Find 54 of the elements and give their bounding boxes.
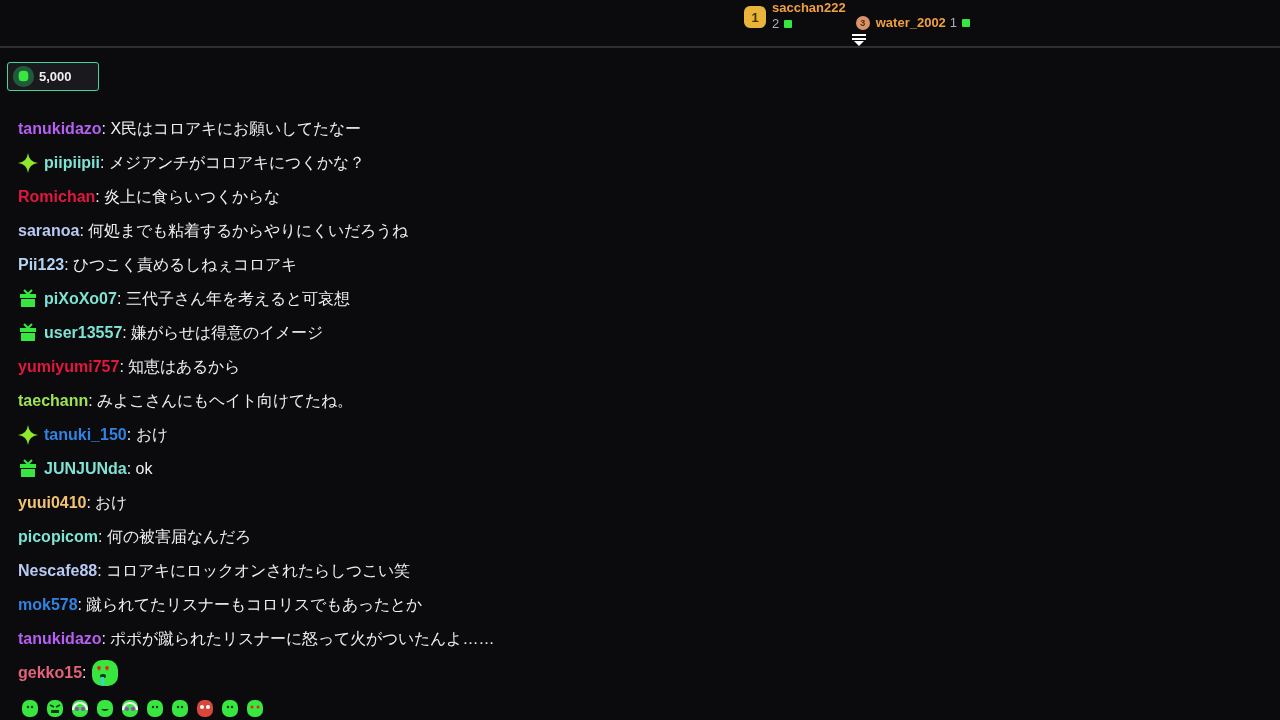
username[interactable]: user13557 — [44, 324, 123, 342]
message-text: : 三代子さん年を考えると可哀想 — [116, 288, 350, 309]
points-badge[interactable]: 5,000 — [7, 62, 99, 91]
username[interactable]: Pii123 — [18, 256, 65, 274]
username[interactable]: piipiipii — [44, 154, 100, 172]
collapse-icon[interactable] — [852, 34, 866, 46]
message-text: : 知恵はあるから — [119, 356, 241, 377]
gift-count: 2 — [772, 16, 780, 31]
emote-icon[interactable] — [195, 698, 215, 718]
username[interactable]: picopicom — [18, 528, 98, 546]
username[interactable]: JUNJUNda — [44, 460, 127, 478]
username[interactable]: saranoa — [18, 222, 80, 240]
username[interactable]: mok578 — [18, 596, 78, 614]
rank-badge: 3 — [855, 15, 870, 30]
message-text: : ひつこく責めるしねぇコロアキ — [64, 254, 298, 275]
username[interactable]: Romichan — [18, 188, 96, 206]
rank-badge: 1 — [744, 6, 766, 28]
gift-count: 1 — [949, 15, 958, 30]
sparkle-icon — [18, 153, 38, 173]
username[interactable]: Nescafe88 — [18, 562, 98, 580]
leaderboard-name: sacchan222 — [772, 0, 846, 16]
message-text: : おけ — [126, 424, 168, 445]
emote-icon[interactable] — [120, 698, 140, 718]
emote-icon[interactable] — [145, 698, 165, 718]
message-text: : ポポが蹴られたリスナーに怒って火がついたんよ…… — [101, 628, 495, 649]
message-text: : みよこさんにもヘイト向けてたね。 — [88, 390, 354, 411]
emote-icon[interactable] — [45, 698, 65, 718]
emote-icon[interactable] — [220, 698, 240, 718]
message-text: : 何処までも粘着するからやりにくいだろうね — [79, 220, 409, 241]
message-text: : メジアンチがコロアキにつくかな？ — [100, 152, 365, 173]
message-text: : X民はコロアキにお願いしてたなー — [101, 118, 362, 139]
username[interactable]: tanukidazo — [18, 120, 102, 138]
message-text: : コロアキにロックオンされたらしつこい笑 — [97, 560, 411, 581]
message-text: : 何の被害届なんだろ — [98, 526, 251, 547]
emote-icon[interactable] — [170, 698, 190, 718]
message-text: : 炎上に食らいつくからな — [95, 186, 281, 207]
message-text: : 嫌がらせは得意のイメージ — [122, 322, 324, 343]
sparkle-icon — [18, 425, 38, 445]
message-text: : 蹴られてたリスナーもコロリスでもあったとか — [77, 594, 423, 615]
emote-icon[interactable] — [20, 698, 40, 718]
username[interactable]: tanuki_150 — [44, 426, 127, 444]
message-text: : ok — [126, 460, 153, 478]
message-text: : おけ — [86, 492, 128, 513]
message-text: : — [82, 664, 87, 682]
username[interactable]: tanukidazo — [18, 630, 102, 648]
emote-icon — [90, 659, 119, 687]
username[interactable]: yuui0410 — [18, 494, 87, 512]
leaderboard-name: water_2002 — [875, 14, 946, 31]
emote-icon[interactable] — [95, 698, 115, 718]
emote-icon[interactable] — [70, 698, 90, 718]
emote-icon[interactable] — [245, 698, 265, 718]
username[interactable]: taechann — [18, 392, 89, 410]
username[interactable]: yumiyumi757 — [18, 358, 120, 376]
username[interactable]: piXoXo07 — [44, 290, 117, 308]
